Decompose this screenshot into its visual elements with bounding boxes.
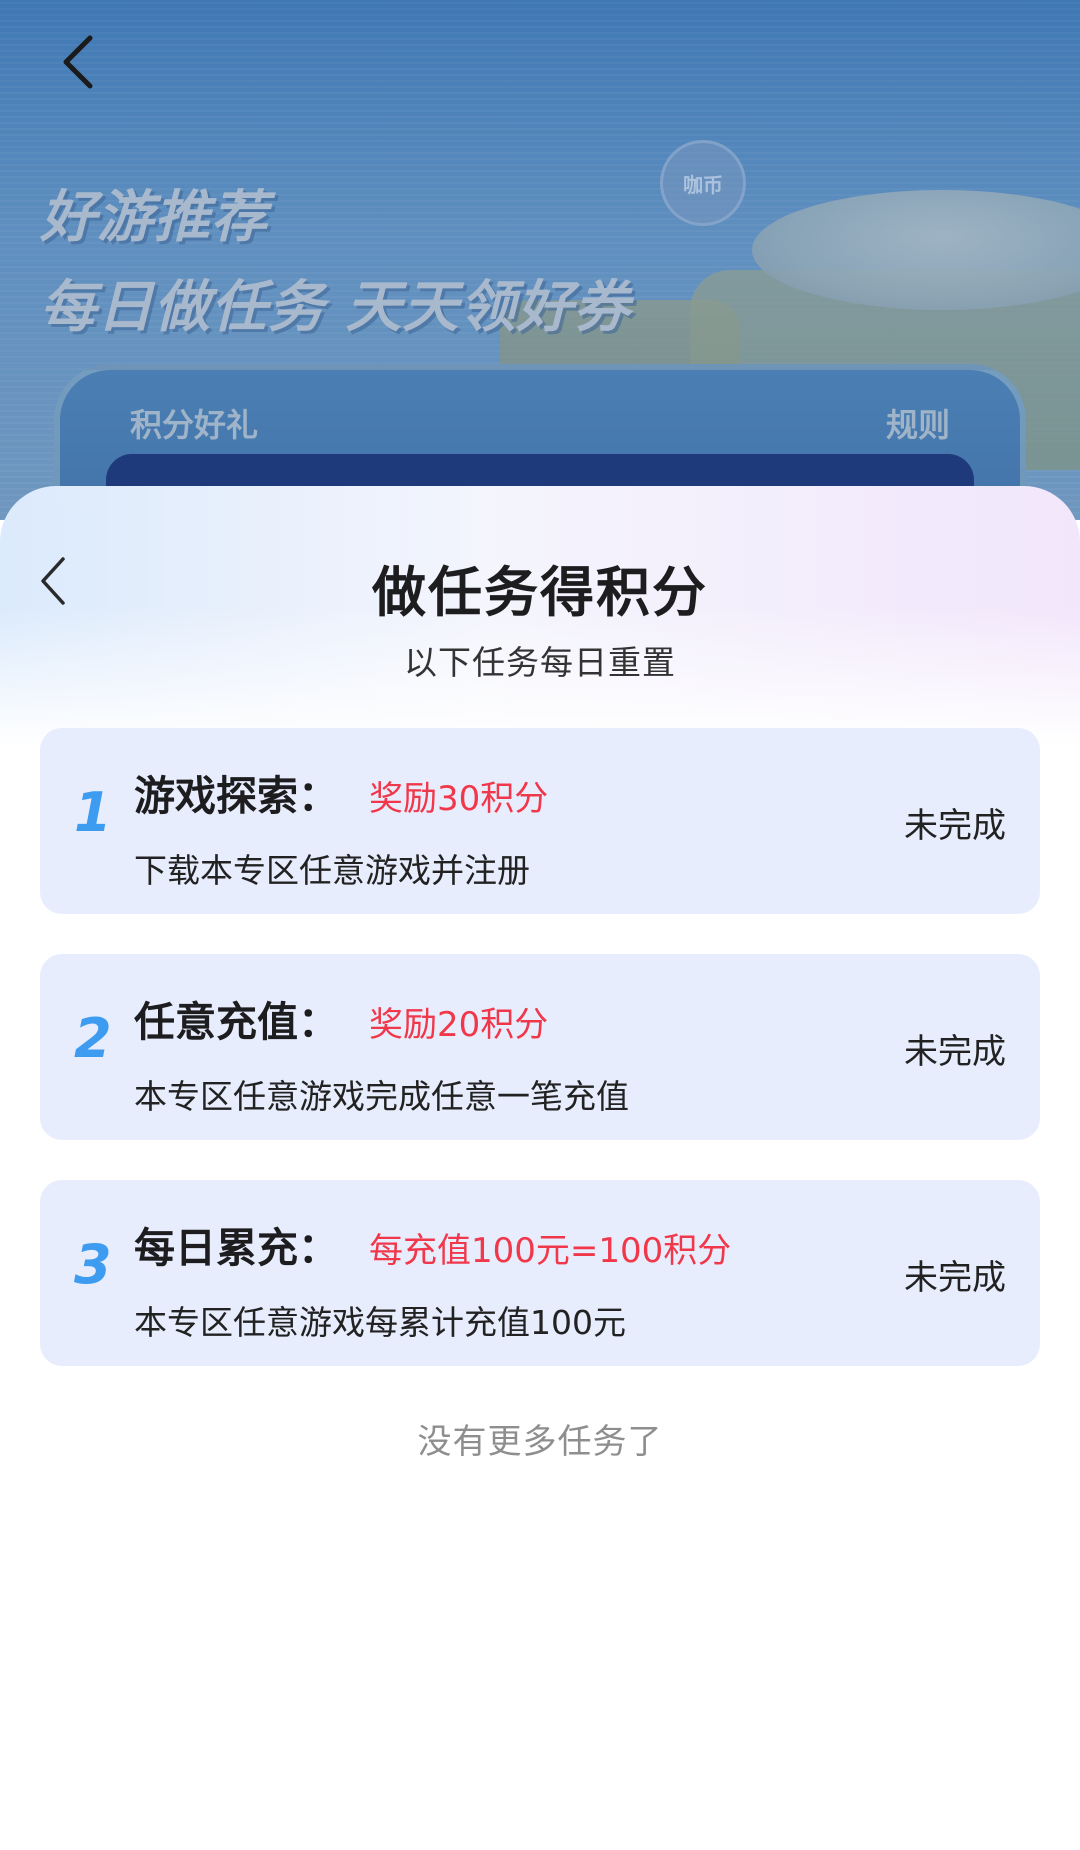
sheet-subtitle: 以下任务每日重置 bbox=[404, 643, 676, 682]
page-back-button[interactable] bbox=[48, 30, 108, 94]
task-header: 每日累充： 每充值100元=100积分 bbox=[134, 1214, 731, 1274]
task-list: 1 游戏探索： 奖励30积分 下载本专区任意游戏并注册 未完成 2 任意充值： … bbox=[40, 728, 1040, 1406]
task-status-button[interactable]: 未完成 bbox=[904, 1250, 1006, 1299]
task-card[interactable]: 3 每日累充： 每充值100元=100积分 本专区任意游戏每累计充值100元 未… bbox=[40, 1180, 1040, 1366]
task-status-button[interactable]: 未完成 bbox=[904, 1024, 1006, 1073]
points-gift-label: 积分好礼 bbox=[130, 406, 259, 444]
task-card[interactable]: 2 任意充值： 奖励20积分 本专区任意游戏完成任意一笔充值 未完成 bbox=[40, 954, 1040, 1140]
task-description: 本专区任意游戏完成任意一笔充值 bbox=[134, 1077, 629, 1116]
chevron-left-icon bbox=[63, 35, 93, 89]
task-description: 下载本专区任意游戏并注册 bbox=[134, 851, 530, 890]
decoration-coin: 咖币 bbox=[660, 140, 746, 226]
sheet-title: 做任务得积分 bbox=[372, 561, 708, 624]
task-number: 1 bbox=[74, 781, 112, 844]
task-header: 任意充值： 奖励20积分 bbox=[134, 988, 548, 1048]
task-name: 游戏探索： bbox=[134, 772, 339, 820]
task-header: 游戏探索： 奖励30积分 bbox=[134, 762, 548, 822]
promo-headline: 好游推荐 bbox=[40, 185, 268, 250]
no-more-tasks-note: 没有更多任务了 bbox=[417, 1422, 663, 1462]
background-page: 咖币 好游推荐 每日做任务 天天领好券 积分好礼 规则 bbox=[0, 0, 1080, 520]
task-status-button[interactable]: 未完成 bbox=[904, 798, 1006, 847]
promo-subheadline: 每日做任务 天天领好券 bbox=[40, 275, 631, 340]
task-description: 本专区任意游戏每累计充值100元 bbox=[134, 1303, 626, 1342]
task-reward: 每充值100元=100积分 bbox=[369, 1231, 732, 1271]
task-sheet: 做任务得积分 以下任务每日重置 1 游戏探索： 奖励30积分 下载本专区任意游戏… bbox=[0, 486, 1080, 1850]
task-reward: 奖励20积分 bbox=[369, 1005, 549, 1045]
task-reward: 奖励30积分 bbox=[369, 779, 549, 819]
task-name: 每日累充： bbox=[134, 1224, 339, 1272]
rules-link[interactable]: 规则 bbox=[886, 400, 950, 446]
task-number: 2 bbox=[74, 1007, 112, 1070]
task-card[interactable]: 1 游戏探索： 奖励30积分 下载本专区任意游戏并注册 未完成 bbox=[40, 728, 1040, 914]
coin-text: 咖币 bbox=[683, 172, 723, 197]
task-number: 3 bbox=[74, 1233, 112, 1296]
task-name: 任意充值： bbox=[134, 998, 339, 1046]
